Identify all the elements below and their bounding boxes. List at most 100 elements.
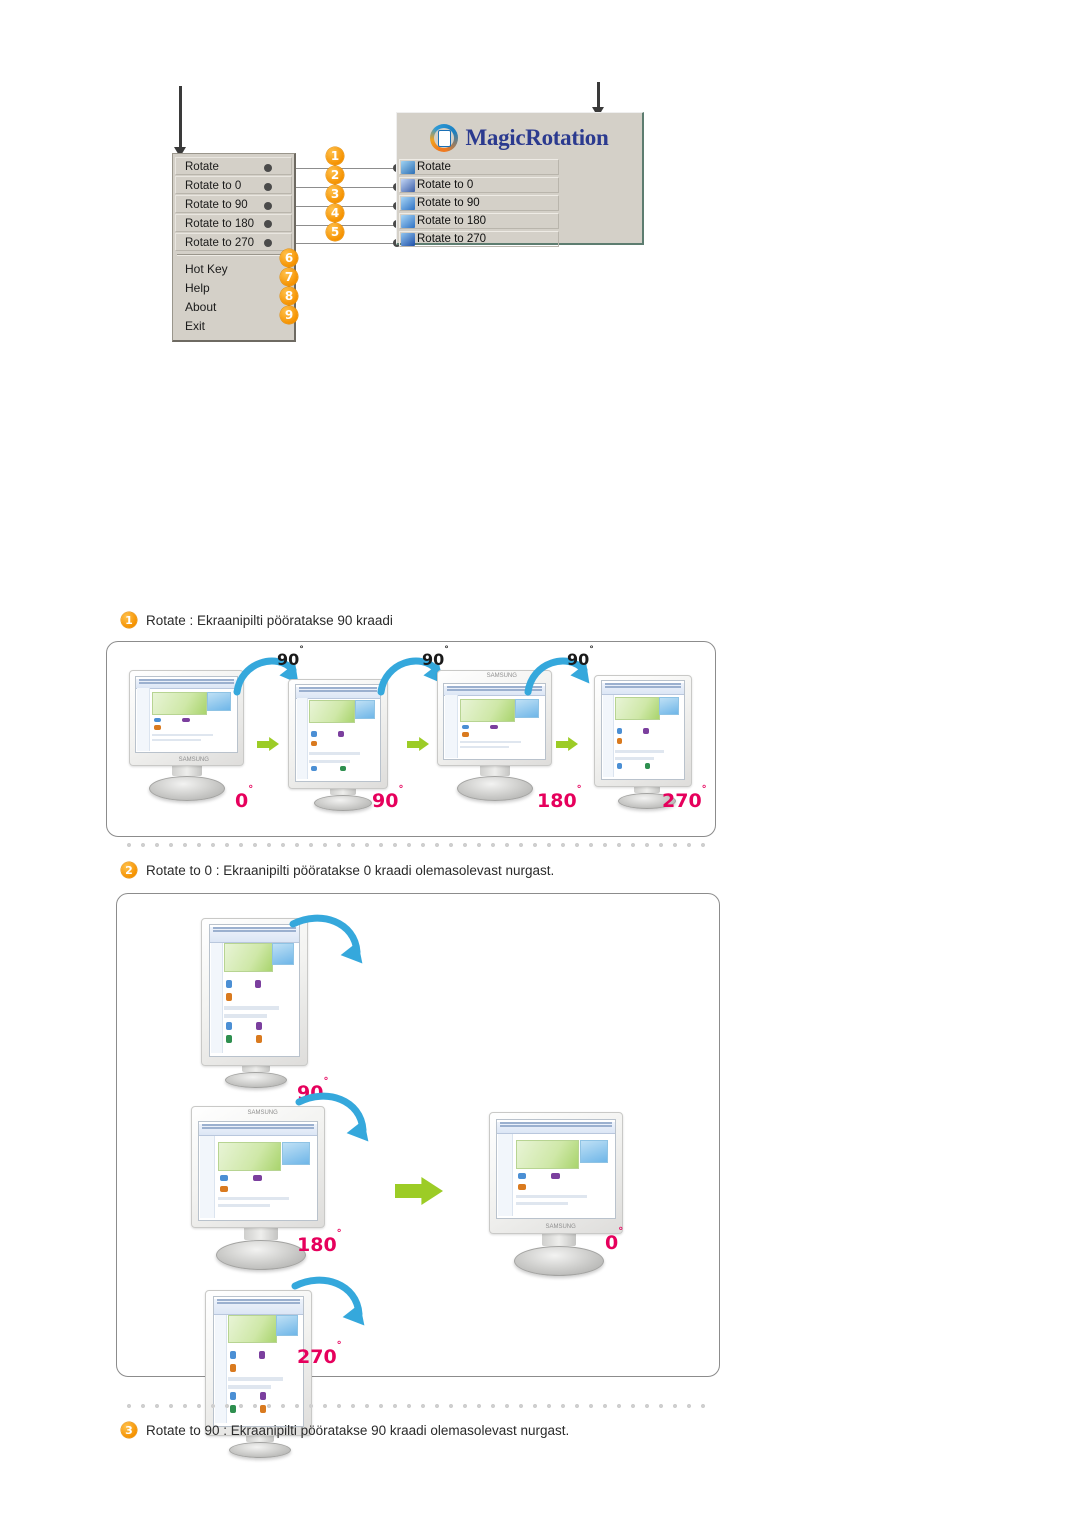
rotate-arrow-blue-top <box>289 914 363 964</box>
magicrotation-tray-menu[interactable]: Rotate Rotate to 0 Rotate to 90 Rotate t… <box>172 153 296 342</box>
pointer-arrow-left <box>174 86 186 157</box>
rotate-arrow-blue-middle <box>295 1092 369 1142</box>
menu-separator <box>177 254 290 256</box>
monitor-base <box>229 1442 291 1458</box>
flow-arrow-2 <box>407 737 429 751</box>
monitor-brand-badge: SAMSUNG <box>247 1110 278 1116</box>
callout-number: 3 <box>330 187 340 201</box>
dotted-separator-1 <box>122 842 712 848</box>
dotted-separator-2 <box>122 1403 712 1409</box>
flow-arrow-3 <box>556 737 578 751</box>
rotate-to-180-icon <box>401 214 415 228</box>
connector-dot <box>264 202 272 210</box>
section-1-panel: SAMSUNG 0° 90° 90° 90° SAMSUNG 180° 90° … <box>106 641 716 837</box>
callout-number: 1 <box>330 149 340 163</box>
rotate-amount-label-3: 90° <box>567 644 594 669</box>
menu-item-label: Rotate <box>185 161 219 173</box>
monitor-frame <box>594 675 692 787</box>
callout-badge-3: 3 <box>326 185 344 203</box>
connector-dot <box>264 164 272 172</box>
menu-item-label: Rotate to 180 <box>185 218 255 230</box>
menu-item-rotate[interactable]: Rotate <box>175 157 292 175</box>
callout-number: 4 <box>330 206 340 220</box>
connector-dot <box>264 183 272 191</box>
menu-item-label: Rotate to 270 <box>185 237 255 249</box>
section-1-badge: 1 <box>121 612 137 628</box>
monitor-base <box>514 1246 604 1276</box>
callout-badge-4: 4 <box>326 204 344 222</box>
screen-content <box>136 677 237 752</box>
screen-content <box>497 1120 615 1218</box>
section-3-badge: 3 <box>121 1422 137 1438</box>
window-item-label: Rotate to 0 <box>417 179 474 191</box>
monitor-270deg <box>594 675 699 809</box>
window-item-rotate-to-0[interactable]: Rotate to 0 <box>399 177 559 193</box>
window-item-label: Rotate <box>417 161 451 173</box>
rotate-amount-label-2: 90° <box>422 644 449 669</box>
monitor-frame <box>288 679 388 789</box>
rotate-to-0-icon <box>401 178 415 192</box>
callout-badge-9: 9 <box>280 306 298 324</box>
menu-item-rotate-to-90[interactable]: Rotate to 90 <box>175 195 292 213</box>
monitor-neck <box>479 766 510 776</box>
callout-badge-7: 7 <box>280 268 298 286</box>
window-item-rotate-to-270[interactable]: Rotate to 270 <box>399 231 559 247</box>
angle-label-0: 0° <box>235 783 254 812</box>
angle-label-90: 90° <box>372 783 404 812</box>
window-item-label: Rotate to 180 <box>417 215 487 227</box>
monitor-screen <box>496 1119 616 1219</box>
callout-number: 8 <box>284 289 294 303</box>
magicrotation-logo-icon <box>430 124 459 152</box>
monitor-screen <box>209 924 300 1057</box>
callout-badge-2: 2 <box>326 166 344 184</box>
menu-item-hot-key[interactable]: Hot Key <box>175 260 292 279</box>
window-item-rotate[interactable]: Rotate <box>399 159 559 175</box>
menu-item-label: Hot Key <box>185 262 228 276</box>
angle-label-180: 180° <box>537 783 582 812</box>
menu-item-label: Rotate to 0 <box>185 180 242 192</box>
magicrotation-action-list: Rotate Rotate to 0 Rotate to 90 Rotate t… <box>397 159 642 247</box>
monitor-base <box>216 1240 306 1270</box>
menu-item-label: About <box>185 300 217 314</box>
menu-item-rotate-to-0[interactable]: Rotate to 0 <box>175 176 292 194</box>
section-1-caption-text: Rotate : Ekraanipilti pööratakse 90 kraa… <box>146 612 393 628</box>
angle-label-source-180: 180° <box>297 1227 342 1256</box>
menu-item-label: Help <box>185 281 210 295</box>
monitor-brand-badge: SAMSUNG <box>178 757 209 763</box>
monitor-base <box>456 776 533 801</box>
magicrotation-title-row: MagicRotation <box>397 113 642 159</box>
menu-item-rotate-to-180[interactable]: Rotate to 180 <box>175 214 292 232</box>
angle-label-270: 270° <box>662 783 707 812</box>
monitor-neck <box>244 1228 278 1240</box>
rotate-arrow-blue-bottom <box>291 1276 365 1326</box>
screen-content <box>210 925 299 1056</box>
rotate-amount-label-1: 90° <box>277 644 304 669</box>
window-item-rotate-to-180[interactable]: Rotate to 180 <box>399 213 559 229</box>
rotate-to-270-icon <box>401 232 415 246</box>
menu-item-label: Rotate to 90 <box>185 199 248 211</box>
menu-item-label: Exit <box>185 319 206 333</box>
monitor-screen <box>135 676 238 753</box>
section-1-caption: 1 Rotate : Ekraanipilti pööratakse 90 kr… <box>121 612 393 628</box>
section-3-caption-text: Rotate to 90 : Ekraanipilti pööratakse 9… <box>146 1422 570 1438</box>
menu-item-rotate-to-270[interactable]: Rotate to 270 <box>175 233 292 251</box>
screen-content <box>602 681 684 779</box>
menu-item-about[interactable]: About <box>175 298 292 317</box>
callout-badge-5: 5 <box>326 223 344 241</box>
menu-item-exit[interactable]: Exit <box>175 317 292 336</box>
flow-arrow-to-0 <box>395 1177 443 1205</box>
section-number: 3 <box>125 1423 133 1437</box>
menu-item-help[interactable]: Help <box>175 279 292 298</box>
monitor-result-0deg: SAMSUNG <box>489 1112 629 1282</box>
window-item-rotate-to-90[interactable]: Rotate to 90 <box>399 195 559 211</box>
magicrotation-brand-label: MagicRotation <box>465 125 609 150</box>
rotate-icon <box>401 160 415 174</box>
magicrotation-window[interactable]: MagicRotation Rotate Rotate to 0 Rotate … <box>396 112 644 247</box>
section-number: 1 <box>125 613 133 627</box>
callout-number: 6 <box>284 251 294 265</box>
monitor-screen <box>601 680 685 780</box>
monitor-neck <box>542 1234 576 1246</box>
monitor-frame: SAMSUNG <box>129 670 244 766</box>
angle-label-source-270: 270° <box>297 1339 342 1368</box>
callout-badge-6: 6 <box>280 249 298 267</box>
